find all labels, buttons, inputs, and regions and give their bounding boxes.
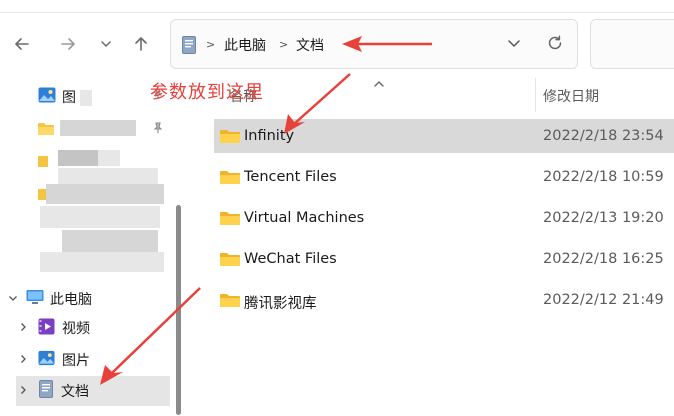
address-bar[interactable]: > 此电脑 > 文档: [170, 19, 578, 69]
pin-icon: [152, 122, 164, 137]
sidebar-item-label: 图: [62, 90, 76, 106]
sidebar-item-documents[interactable]: 文档: [16, 376, 170, 406]
sidebar-item-label: 此电脑: [50, 292, 92, 308]
breadcrumb-this-pc[interactable]: 此电脑: [224, 35, 266, 55]
column-header-modified[interactable]: 修改日期: [543, 86, 599, 106]
back-arrow-icon[interactable]: [8, 30, 36, 58]
file-row-virtual-machines[interactable]: Virtual Machines 2022/2/13 19:20: [214, 201, 674, 235]
file-row-tencent-files[interactable]: Tencent Files 2022/2/18 10:59: [214, 160, 674, 194]
file-name: Virtual Machines: [244, 210, 365, 226]
sidebar-item-videos[interactable]: 视频: [16, 313, 176, 343]
file-modified: 2022/2/18 16:25: [543, 251, 664, 267]
breadcrumb-documents[interactable]: 文档: [296, 35, 324, 55]
blurred-region: [40, 206, 160, 228]
address-dropdown-icon[interactable]: [506, 35, 522, 55]
file-name: Tencent Files: [244, 169, 337, 185]
computer-icon: [26, 289, 44, 309]
sidebar-item-label: 文档: [61, 384, 89, 400]
title-strip: [0, 0, 674, 14]
blurred-region: [46, 184, 164, 204]
chevron-down-icon[interactable]: [6, 293, 20, 306]
folder-icon: [220, 252, 240, 271]
sidebar-item-pictures[interactable]: 图片: [16, 345, 176, 375]
file-modified: 2022/2/13 19:20: [543, 210, 664, 226]
file-modified: 2022/2/18 10:59: [543, 169, 664, 185]
file-name: WeChat Files: [244, 251, 337, 267]
folder-icon: [220, 170, 240, 189]
file-modified: 2022/2/18 23:54: [543, 128, 664, 144]
navigation-pane: 图 此电脑 视频 图片 文档: [0, 76, 188, 416]
up-arrow-icon[interactable]: [127, 30, 155, 58]
file-row-infinity[interactable]: Infinity 2022/2/18 23:54: [214, 119, 674, 153]
annotation-text: 参数放到这里: [150, 82, 264, 103]
file-name: 腾讯影视库: [244, 296, 317, 312]
file-explorer-window: > 此电脑 > 文档 名称 修改日期 图 此电脑 视频 图片 文档 Infini…: [0, 0, 674, 416]
blurred-region: [62, 230, 158, 252]
search-input[interactable]: [590, 19, 674, 69]
file-modified: 2022/2/12 21:49: [543, 292, 664, 308]
file-name: Infinity: [244, 128, 295, 144]
folder-icon: [38, 121, 54, 140]
pictures-icon: [38, 87, 56, 107]
breadcrumb-separator: >: [206, 38, 216, 51]
sidebar-item-this-pc[interactable]: 此电脑: [6, 284, 176, 314]
blurred-region: [58, 150, 98, 166]
breadcrumb-separator: >: [279, 38, 289, 51]
videos-icon: [38, 318, 55, 339]
sort-caret-icon[interactable]: [373, 74, 385, 93]
folder-icon: [220, 293, 240, 312]
chevron-right-icon[interactable]: [16, 354, 30, 367]
blurred-region: [40, 252, 164, 272]
folder-icon: [38, 153, 48, 172]
chevron-right-icon[interactable]: [16, 322, 30, 335]
file-row-wechat-files[interactable]: WeChat Files 2022/2/18 16:25: [214, 242, 674, 276]
pictures-icon: [38, 350, 55, 370]
chevron-right-icon[interactable]: [16, 385, 30, 398]
documents-icon: [182, 36, 196, 58]
folder-icon: [220, 211, 240, 230]
chevron-down-icon[interactable]: [92, 30, 120, 58]
blurred-region: [80, 90, 92, 106]
sidebar-item-label: 图片: [62, 353, 90, 369]
forward-arrow-icon[interactable]: [54, 30, 82, 58]
folder-icon: [220, 129, 240, 148]
sidebar-item-label: 视频: [62, 321, 90, 337]
documents-icon: [39, 380, 53, 402]
refresh-icon[interactable]: [545, 33, 565, 57]
file-row-tencent-video-library[interactable]: 腾讯影视库 2022/2/12 21:49: [214, 283, 674, 317]
blurred-region: [60, 120, 136, 136]
blurred-region: [98, 150, 120, 166]
sidebar-scrollbar[interactable]: [176, 205, 181, 415]
column-divider[interactable]: [535, 78, 536, 112]
